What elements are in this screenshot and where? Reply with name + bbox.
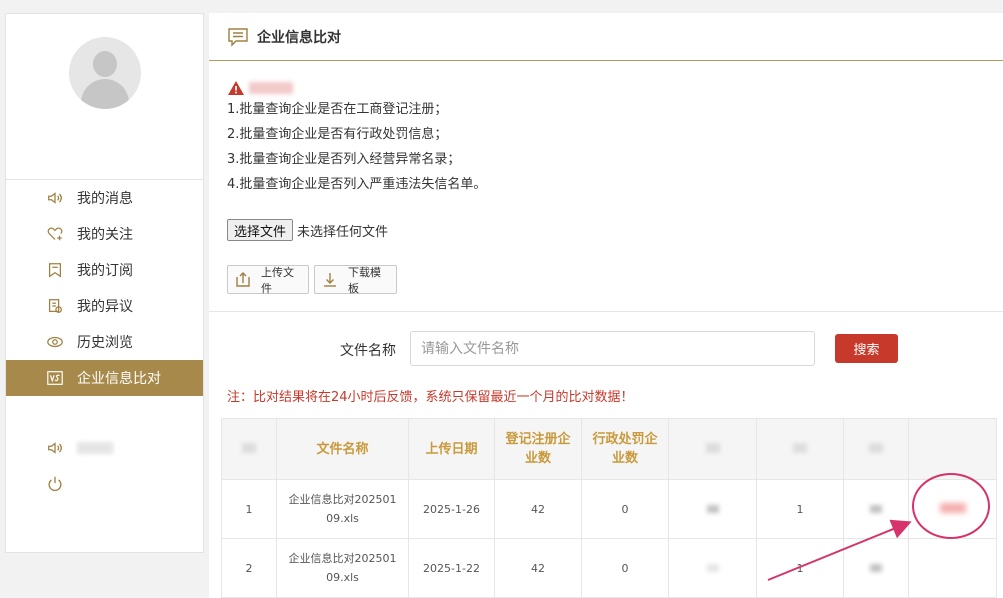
table-row: 1 企业信息比对20250109.xls 2025-1-26 42 0 1	[221, 479, 997, 539]
count-cell: 1	[756, 479, 844, 539]
sidebar-item-follows[interactable]: 我的关注	[6, 216, 203, 252]
retention-note: 注：比对结果将在24小时后反馈，系统只保留最近一个月的比对数据！	[227, 390, 634, 405]
blurred-label	[249, 82, 293, 94]
power-icon	[44, 473, 66, 495]
search-label: 文件名称	[340, 343, 396, 359]
file-status: 未选择任何文件	[297, 224, 389, 240]
column-header: 行政处罚企业数	[581, 418, 669, 480]
panel-header: 企业信息比对	[209, 13, 1003, 61]
column-header: 登记注册企业数	[494, 418, 582, 480]
sidebar-item-logout[interactable]	[6, 466, 203, 502]
count-cell: 1	[756, 538, 844, 598]
warning-icon	[228, 81, 244, 95]
upload-date-cell: 2025-1-26	[408, 479, 495, 539]
eye-icon	[44, 331, 66, 353]
penalty-count-cell: 0	[581, 538, 669, 598]
speaker-icon	[44, 437, 66, 459]
table-row: 2 企业信息比对20250109.xls 2025-1-22 42 0 1	[221, 538, 997, 598]
column-header: 文件名称	[276, 418, 409, 480]
sidebar-item-extra-1[interactable]	[6, 430, 203, 466]
sidebar-item-compare[interactable]: 企业信息比对	[6, 360, 203, 396]
blurred-cell	[668, 479, 757, 539]
file-name-cell: 企业信息比对20250109.xls	[276, 538, 409, 598]
sidebar-item-subscriptions[interactable]: 我的订阅	[6, 252, 203, 288]
sidebar-item-messages[interactable]: 我的消息	[6, 180, 203, 216]
main-panel: 企业信息比对 1.批量查询企业是否在工商登记注册； 2.批量查询企业是否有行政处…	[209, 13, 1003, 598]
blurred-action-cell[interactable]	[908, 479, 997, 539]
results-table: 文件名称 上传日期 登记注册企业数 行政处罚企业数 1 企业信息比对202501…	[221, 418, 997, 598]
blurred-cell[interactable]	[843, 538, 909, 598]
blurred-label	[77, 442, 113, 454]
document-icon	[44, 295, 66, 317]
toolbar: 上传文件 下载模板	[227, 265, 397, 295]
sidebar-item-label: 企业信息比对	[77, 371, 161, 387]
column-header	[908, 418, 997, 480]
search-button[interactable]: 搜索	[835, 334, 898, 363]
upload-file-button[interactable]: 上传文件	[227, 265, 309, 295]
speaker-icon	[44, 187, 66, 209]
upload-date-cell: 2025-1-22	[408, 538, 495, 598]
column-header	[221, 418, 277, 480]
notice-line: 1.批量查询企业是否在工商登记注册；	[227, 102, 448, 117]
sidebar-item-history[interactable]: 历史浏览	[6, 324, 203, 360]
upload-label: 上传文件	[261, 265, 294, 295]
sidebar-item-label: 我的关注	[77, 227, 133, 243]
empty-cell	[908, 538, 997, 598]
search-bar: 文件名称 搜索	[209, 331, 1003, 367]
sidebar-extra-menu	[6, 430, 203, 502]
sidebar-menu: 我的消息 我的关注 我的订阅 我的异议 历史浏览 企业信息比对	[6, 180, 203, 396]
sidebar-item-label: 历史浏览	[77, 335, 133, 351]
file-name-cell: 企业信息比对20250109.xls	[276, 479, 409, 539]
sidebar-item-label: 我的消息	[77, 191, 133, 207]
column-header: 上传日期	[408, 418, 495, 480]
table-header-row: 文件名称 上传日期 登记注册企业数 行政处罚企业数	[221, 418, 997, 480]
notice-line: 4.批量查询企业是否列入严重违法失信名单。	[227, 177, 487, 192]
sidebar: 我的消息 我的关注 我的订阅 我的异议 历史浏览 企业信息比对	[5, 13, 204, 553]
bookmark-icon	[44, 259, 66, 281]
row-index: 2	[221, 538, 277, 598]
penalty-count-cell: 0	[581, 479, 669, 539]
heart-plus-icon	[44, 223, 66, 245]
row-index: 1	[221, 479, 277, 539]
section-divider	[209, 311, 1003, 312]
sidebar-item-label: 我的异议	[77, 299, 133, 315]
vs-icon	[44, 367, 66, 389]
avatar[interactable]	[69, 37, 141, 109]
registered-count-cell: 42	[494, 538, 582, 598]
comment-icon	[227, 27, 249, 47]
notice-box: 1.批量查询企业是否在工商登记注册； 2.批量查询企业是否有行政处罚信息； 3.…	[227, 79, 486, 197]
blurred-cell	[668, 538, 757, 598]
blurred-cell[interactable]	[843, 479, 909, 539]
registered-count-cell: 42	[494, 479, 582, 539]
choose-file-button[interactable]: 选择文件	[227, 219, 294, 241]
column-header	[668, 418, 757, 480]
sidebar-item-label: 我的订阅	[77, 263, 133, 279]
page-title: 企业信息比对	[257, 29, 341, 46]
notice-line: 3.批量查询企业是否列入经营异常名录；	[227, 152, 461, 167]
notice-title	[227, 79, 486, 97]
sidebar-item-objections[interactable]: 我的异议	[6, 288, 203, 324]
column-header	[843, 418, 909, 480]
upload-icon	[234, 271, 252, 289]
column-header	[756, 418, 844, 480]
download-icon	[321, 271, 339, 289]
download-template-button[interactable]: 下载模板	[314, 265, 397, 295]
search-input[interactable]	[410, 331, 815, 366]
download-label: 下载模板	[348, 265, 381, 295]
notice-line: 2.批量查询企业是否有行政处罚信息；	[227, 127, 448, 142]
file-picker: 选择文件 未选择任何文件	[227, 219, 388, 241]
